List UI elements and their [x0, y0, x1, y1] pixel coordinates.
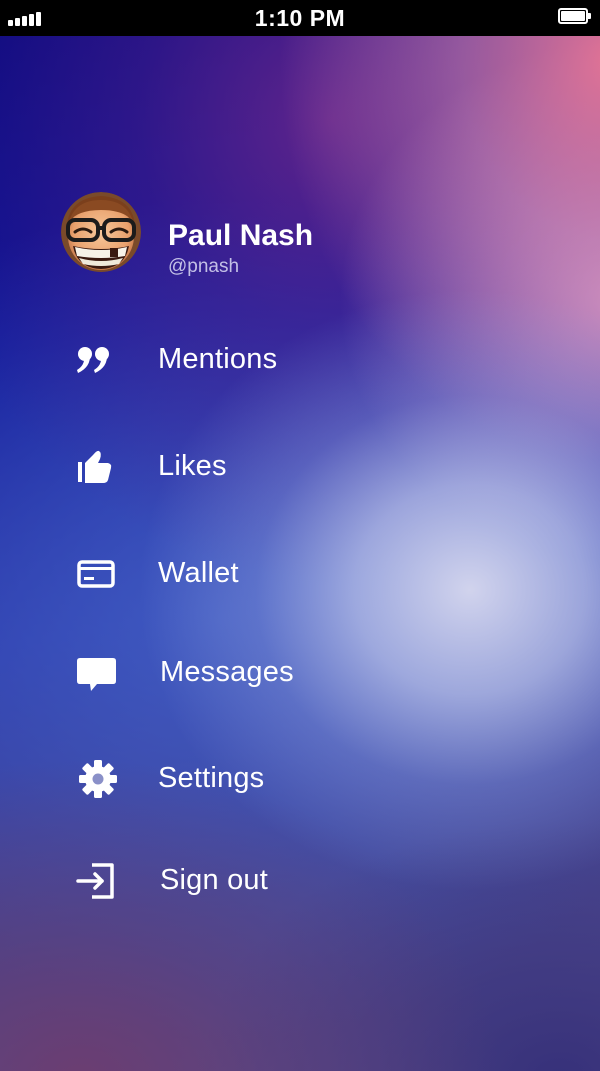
avatar[interactable]	[61, 192, 141, 272]
menu-item-settings[interactable]: Settings	[70, 749, 530, 809]
quote-icon	[70, 340, 122, 380]
menu-item-messages[interactable]: Messages	[70, 643, 530, 703]
status-bar: 1:10 PM	[0, 0, 600, 36]
menu-item-wallet[interactable]: Wallet	[70, 544, 530, 604]
menu-label-settings: Settings	[158, 762, 265, 794]
thumbs-up-icon	[70, 447, 122, 487]
status-time: 1:10 PM	[254, 5, 346, 31]
menu-label-messages: Messages	[160, 656, 294, 688]
menu-item-signout[interactable]: Sign out	[70, 851, 530, 911]
menu-label-mentions: Mentions	[158, 343, 278, 375]
menu-item-mentions[interactable]: Mentions	[70, 330, 530, 390]
side-menu-screen: 1:10 PM Paul Nash @pnash Mentions Likes …	[0, 0, 600, 1071]
profile-header[interactable]: Paul Nash @pnash	[61, 192, 461, 282]
credit-card-icon	[70, 554, 122, 594]
menu-item-likes[interactable]: Likes	[70, 437, 530, 497]
battery-icon	[558, 8, 592, 26]
sign-in-arrow-icon	[70, 861, 122, 901]
menu-label-wallet: Wallet	[158, 557, 239, 589]
user-name: Paul Nash	[168, 219, 314, 252]
menu-label-likes: Likes	[158, 450, 227, 482]
speech-bubble-icon	[70, 653, 122, 693]
user-handle: @pnash	[168, 256, 240, 277]
gear-icon	[70, 759, 122, 799]
menu-label-signout: Sign out	[160, 864, 269, 896]
